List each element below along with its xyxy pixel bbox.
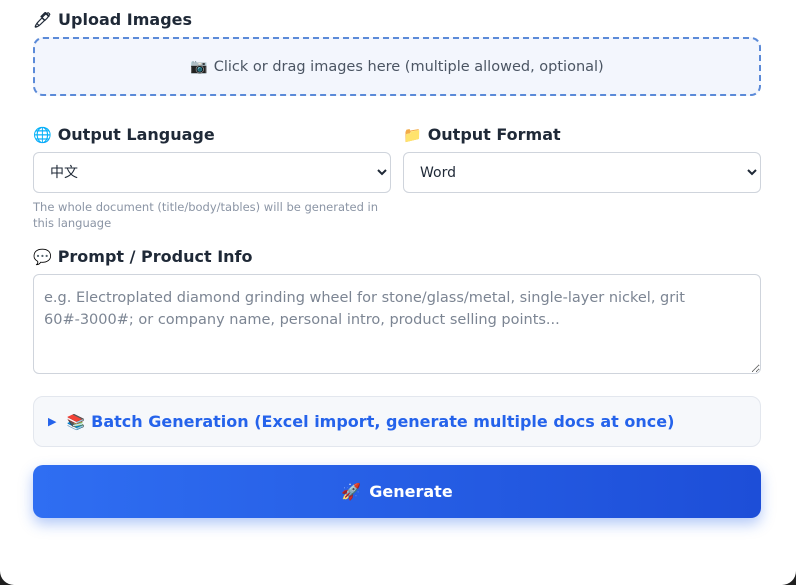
generate-button-label: Generate [369, 482, 453, 501]
batch-generation-label: Batch Generation (Excel import, generate… [91, 412, 675, 431]
output-language-label: 🌐 Output Language [33, 125, 215, 144]
speech-bubble-icon: 💬 [33, 247, 52, 266]
upload-images-label: 🖊 Upload Images [33, 10, 192, 29]
camera-icon: 📷 [190, 58, 208, 75]
prompt-label-text: Prompt / Product Info [57, 247, 253, 266]
output-format-label-text: Output Format [427, 125, 561, 144]
books-icon: 📚 [66, 412, 86, 431]
window-bottom-edge [0, 571, 796, 585]
output-format-select[interactable]: Word [403, 152, 761, 193]
upload-images-label-text: Upload Images [58, 10, 193, 29]
prompt-label: 💬 Prompt / Product Info [33, 247, 253, 266]
expand-triangle-icon: ▶ [48, 415, 57, 428]
output-language-label-text: Output Language [57, 125, 215, 144]
generate-button[interactable]: 🚀 Generate [33, 465, 761, 518]
output-language-select[interactable]: 中文 [33, 152, 391, 193]
folder-icon: 📁 [403, 125, 422, 144]
output-format-label: 📁 Output Format [403, 125, 561, 144]
language-hint: The whole document (title/body/tables) w… [33, 200, 379, 230]
image-upload-dropzone[interactable]: 📷 Click or drag images here (multiple al… [33, 37, 761, 96]
form-panel: 🖊 Upload Images 📷 Click or drag images h… [0, 0, 796, 585]
rocket-icon: 🚀 [341, 482, 362, 501]
upload-dropzone-text: Click or drag images here (multiple allo… [213, 58, 604, 75]
batch-generation-toggle[interactable]: ▶ 📚 Batch Generation (Excel import, gene… [33, 396, 761, 447]
prompt-textarea[interactable] [33, 274, 761, 374]
globe-icon: 🌐 [33, 125, 52, 144]
pen-icon: 🖊 [33, 10, 53, 29]
